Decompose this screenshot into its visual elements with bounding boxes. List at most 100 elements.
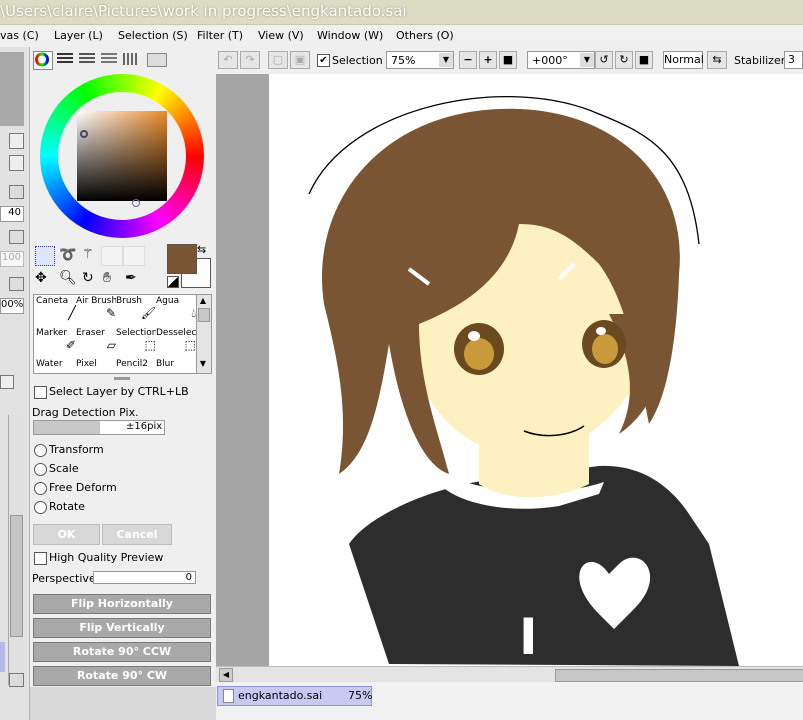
reset-colors-icon[interactable] <box>167 276 179 288</box>
blend-mode-select[interactable]: Normal <box>663 51 704 69</box>
hscroll-thumb[interactable] <box>555 669 803 682</box>
transform-radio[interactable] <box>34 444 47 457</box>
brush-eraser[interactable]: Eraser ▱ <box>76 328 116 360</box>
canvas-artwork[interactable]: I <box>269 74 803 666</box>
panel-splitter[interactable] <box>114 377 130 380</box>
color-wheel-tab[interactable] <box>33 51 53 70</box>
zoom-select[interactable]: 75% ▼ <box>386 51 454 69</box>
transform-label: Transform <box>49 443 104 456</box>
drag-detection-label: Drag Detection Pix. <box>32 406 139 419</box>
perspective-label: Perspective <box>32 572 96 585</box>
scale-radio[interactable] <box>34 463 47 476</box>
hq-preview-checkbox[interactable] <box>34 552 47 565</box>
flip-view-icon[interactable]: ⇆ <box>707 51 727 69</box>
menu-view[interactable]: View (V) <box>258 29 304 42</box>
layer-scrollbar[interactable] <box>8 415 23 685</box>
chevron-down-icon[interactable] <box>9 277 24 291</box>
selection-checkbox[interactable]: ✔ <box>317 54 330 67</box>
canvas-hscrollbar[interactable]: ◀ <box>216 666 803 683</box>
rotate-cw-icon[interactable]: ↻ <box>615 51 633 69</box>
chevron-down-icon[interactable]: ▼ <box>580 53 594 67</box>
chevron-down-icon[interactable]: ▼ <box>198 359 208 369</box>
flip-vertically-button[interactable]: Flip Vertically <box>33 618 211 638</box>
layer-mode-button[interactable] <box>0 375 14 389</box>
rotate-ccw-button[interactable]: Rotate 90° CCW <box>33 642 211 662</box>
chevron-down-icon[interactable] <box>9 673 24 687</box>
value-field[interactable]: 40 <box>0 206 24 222</box>
rgb-slider-tab[interactable] <box>57 53 73 65</box>
brush-desselect[interactable]: Desselect ⬚ <box>156 328 196 360</box>
chevron-down-icon[interactable] <box>9 230 24 244</box>
menu-layer[interactable]: Layer (L) <box>54 29 103 42</box>
perspective-field[interactable]: 0 <box>93 571 196 584</box>
menu-filter[interactable]: Filter (T) <box>197 29 243 42</box>
chevron-up-icon[interactable]: ▲ <box>198 296 208 306</box>
palette-tab[interactable] <box>101 53 117 65</box>
rotate-ccw-icon[interactable]: ↺ <box>595 51 613 69</box>
opacity-field[interactable]: 00% <box>0 298 24 314</box>
brush-pencil2[interactable]: Pencil2 <box>116 359 156 373</box>
document-tab[interactable]: engkantado.sai 75% <box>217 686 372 706</box>
brush-scrollbar[interactable]: ▲ ▼ <box>196 294 212 374</box>
stabilizer-field[interactable]: 3 <box>784 51 803 69</box>
menu-window[interactable]: Window (W) <box>317 29 383 42</box>
move-icon[interactable]: ✥ <box>35 269 53 287</box>
rect-select-icon[interactable] <box>35 246 55 266</box>
redo-icon[interactable]: ↷ <box>240 51 260 69</box>
hand-icon[interactable]: ✋︎ <box>103 269 121 287</box>
canvas-area[interactable]: I <box>216 74 803 666</box>
saturation-value-square[interactable] <box>77 111 167 201</box>
brush-agua[interactable]: Água 💧︎ <box>156 296 196 328</box>
flip-horizontally-button[interactable]: Flip Horizontally <box>33 594 211 614</box>
panel-button[interactable] <box>9 155 24 171</box>
brush-caneta[interactable]: Caneta ╱ <box>36 296 76 328</box>
brush-airbrush[interactable]: Air Brush ✎ <box>76 296 116 328</box>
brush-selection[interactable]: Selection ⬚ <box>116 328 156 360</box>
primary-color-swatch[interactable] <box>167 244 197 274</box>
lasso-icon[interactable]: ➰ <box>59 247 77 263</box>
magic-wand-icon[interactable]: ⚚ <box>82 247 100 263</box>
deselect-icon[interactable]: ▢ <box>268 51 288 69</box>
color-wheel[interactable] <box>40 74 204 238</box>
chevron-down-icon[interactable] <box>9 185 24 199</box>
panel-button[interactable] <box>9 133 24 149</box>
zoom-in-icon[interactable]: + <box>479 51 497 69</box>
brush-blur[interactable]: Blur <box>156 359 196 373</box>
eyedropper-icon[interactable]: ✒︎ <box>125 269 143 287</box>
zoom-out-icon[interactable]: − <box>459 51 477 69</box>
zoom-icon[interactable]: 🔍︎ <box>59 269 77 287</box>
chevron-down-icon[interactable]: ▼ <box>439 53 453 67</box>
cancel-button[interactable]: Cancel <box>102 524 172 545</box>
menu-selection[interactable]: Selection (S) <box>118 29 188 42</box>
value-field[interactable]: 100 <box>0 251 24 267</box>
tools-panel: ➰ ⚚ ✥ 🔍︎ ↻ ✋︎ ✒︎ ⇆ Caneta ╱ Air Brush ✎ Br… <box>30 47 217 687</box>
angle-select[interactable]: +000° ▼ <box>527 51 595 69</box>
scratchpad-tab[interactable] <box>147 53 167 67</box>
brush-water[interactable]: Water <box>36 359 76 373</box>
menu-canvas[interactable]: vas (C) <box>0 29 39 42</box>
brush-label: Blur <box>156 359 175 369</box>
menu-others[interactable]: Others (O) <box>396 29 454 42</box>
zoom-value: 75% <box>391 54 416 67</box>
select-layer-checkbox[interactable] <box>34 386 47 399</box>
brush-brush[interactable]: Brush 🖌︎ <box>116 296 156 328</box>
drag-detection-slider[interactable]: ±16pix <box>33 420 165 435</box>
document-name: engkantado.sai <box>238 689 323 702</box>
chevron-left-icon[interactable]: ◀ <box>219 668 233 682</box>
ok-button[interactable]: OK <box>33 524 100 545</box>
invert-selection-icon[interactable]: ▣ <box>290 51 310 69</box>
rotate-radio[interactable] <box>34 501 47 514</box>
sv-marker[interactable] <box>132 199 140 207</box>
zoom-reset-icon[interactable]: ■ <box>499 51 517 69</box>
rotate-cw-button[interactable]: Rotate 90° CW <box>33 666 211 686</box>
brush-marker[interactable]: Marker ✐ <box>36 328 76 360</box>
rotate-icon[interactable]: ↻ <box>82 269 100 287</box>
hue-marker[interactable] <box>80 130 88 138</box>
swatches-tab[interactable] <box>123 53 139 65</box>
rotate-reset-icon[interactable]: ■ <box>635 51 653 69</box>
swap-colors-icon[interactable]: ⇆ <box>197 243 206 256</box>
hsv-slider-tab[interactable] <box>79 53 95 65</box>
undo-icon[interactable]: ↶ <box>218 51 238 69</box>
free-deform-radio[interactable] <box>34 482 47 495</box>
brush-pixel[interactable]: Pixel <box>76 359 116 373</box>
